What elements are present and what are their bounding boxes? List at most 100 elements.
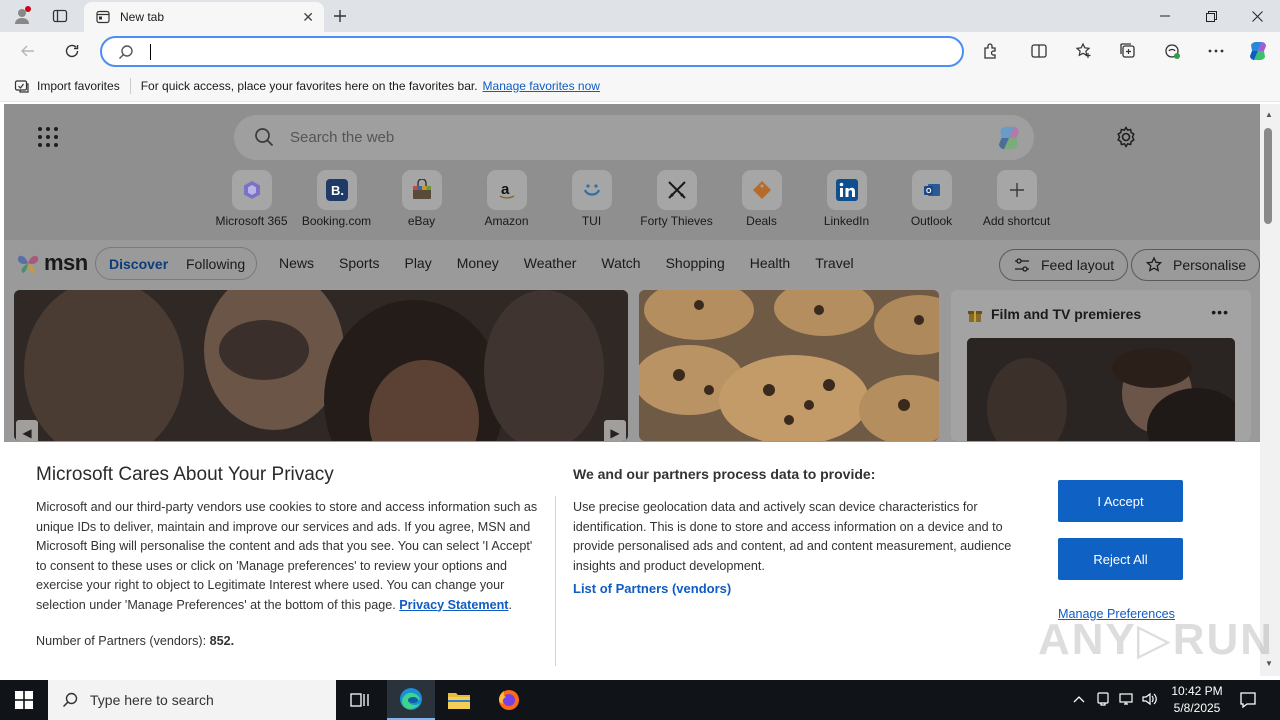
nav-link-travel[interactable]: Travel — [815, 255, 853, 271]
shortcut-booking[interactable]: B. Booking.com — [294, 170, 379, 228]
nav-link-health[interactable]: Health — [750, 255, 790, 271]
svg-text:O: O — [926, 188, 932, 195]
nav-link-sports[interactable]: Sports — [339, 255, 379, 271]
split-screen-icon[interactable] — [1029, 41, 1049, 61]
show-hidden-icons-chevron-icon[interactable] — [1070, 690, 1088, 708]
start-button[interactable] — [0, 680, 48, 720]
carousel-next-icon[interactable]: ▶ — [604, 420, 626, 441]
manage-favorites-link[interactable]: Manage favorites now — [483, 79, 600, 93]
shortcuts-row: Microsoft 365 B. Booking.com eBay a Amaz… — [209, 170, 1059, 228]
firefox-taskbar-app[interactable] — [485, 680, 533, 720]
copilot-icon[interactable] — [1246, 39, 1270, 63]
browser-essentials-icon[interactable] — [1162, 41, 1182, 61]
msn-wordmark: msn — [44, 250, 88, 275]
shortcut-amazon[interactable]: a Amazon — [464, 170, 549, 228]
minimize-button[interactable] — [1142, 0, 1188, 32]
more-options-icon[interactable]: ••• — [1211, 304, 1229, 320]
tab-actions-icon[interactable] — [50, 6, 70, 26]
notifications-icon[interactable] — [1238, 690, 1258, 713]
scrollbar-thumb[interactable] — [1264, 128, 1272, 224]
shortcut-ebay[interactable]: eBay — [379, 170, 464, 228]
page-settings-gear-icon[interactable] — [1115, 126, 1137, 151]
personalise-button[interactable]: Personalise — [1131, 249, 1260, 281]
volume-icon[interactable] — [1141, 690, 1159, 708]
web-search-box[interactable]: Search the web — [234, 115, 1034, 160]
privacy-consent-banner: Microsoft Cares About Your Privacy Micro… — [4, 442, 1272, 676]
partners-count-line: Number of Partners (vendors): 852. — [36, 634, 234, 648]
shortcut-forty-thieves[interactable]: Forty Thieves — [634, 170, 719, 228]
msn-logo[interactable]: msn — [16, 250, 88, 276]
taskbar-search-box[interactable]: Type here to search — [48, 680, 336, 720]
new-tab-button[interactable] — [330, 6, 350, 26]
close-window-button[interactable] — [1234, 0, 1280, 32]
msn-category-links: News Sports Play Money Weather Watch Sho… — [279, 255, 879, 271]
task-view-button[interactable] — [336, 680, 384, 720]
personalise-star-icon — [1145, 256, 1163, 272]
app-launcher-icon[interactable] — [38, 127, 58, 147]
data-processing-description: Use precise geolocation data and activel… — [573, 500, 1012, 573]
address-bar[interactable] — [100, 36, 964, 67]
copilot-search-icon[interactable] — [994, 123, 1024, 153]
nav-link-weather[interactable]: Weather — [524, 255, 577, 271]
more-options-icon[interactable] — [1206, 41, 1226, 61]
list-of-partners-link[interactable]: List of Partners (vendors) — [573, 581, 731, 596]
shortcut-deals[interactable]: Deals — [719, 170, 804, 228]
deals-icon — [752, 181, 771, 199]
scroll-up-icon[interactable]: ▲ — [1265, 110, 1273, 119]
extensions-icon[interactable] — [981, 41, 1001, 61]
shortcut-linkedin[interactable]: LinkedIn — [804, 170, 889, 228]
favorites-star-icon[interactable] — [1074, 41, 1094, 61]
hero-news-card[interactable]: ◀ ▶ — [14, 290, 628, 441]
film-tv-card[interactable]: Film and TV premieres ••• — [951, 290, 1251, 441]
profile-icon[interactable] — [12, 6, 32, 26]
hero-news-image — [14, 290, 628, 441]
nav-link-shopping[interactable]: Shopping — [666, 255, 725, 271]
outlook-icon: O — [923, 184, 940, 196]
shortcut-outlook[interactable]: O Outlook — [889, 170, 974, 228]
shortcut-add[interactable]: Add shortcut — [974, 170, 1059, 228]
shortcut-label: LinkedIn — [823, 214, 870, 228]
search-icon — [62, 692, 78, 708]
shortcut-tui[interactable]: TUI — [549, 170, 634, 228]
tab-following[interactable]: Following — [186, 256, 245, 272]
restore-button[interactable] — [1188, 0, 1234, 32]
accept-button[interactable]: I Accept — [1058, 480, 1183, 522]
nav-link-money[interactable]: Money — [457, 255, 499, 271]
cookie-news-card[interactable] — [639, 290, 939, 441]
shortcut-microsoft-365[interactable]: Microsoft 365 — [209, 170, 294, 228]
favbar-divider — [129, 77, 131, 94]
nav-link-news[interactable]: News — [279, 255, 314, 271]
favorites-hint: For quick access, place your favorites h… — [140, 78, 478, 93]
privacy-body-text: Microsoft and our third-party vendors us… — [36, 500, 538, 612]
file-explorer-taskbar-app[interactable] — [435, 680, 483, 720]
close-tab-icon[interactable]: ✕ — [302, 9, 314, 26]
back-button[interactable] — [17, 40, 39, 62]
system-clock[interactable]: 10:42 PM 5/8/2025 — [1170, 683, 1224, 717]
tab-new-tab[interactable]: New tab ✕ — [84, 2, 324, 32]
browser-toolbar — [0, 32, 1280, 70]
network-icon[interactable] — [1117, 690, 1135, 708]
edge-taskbar-app[interactable] — [387, 680, 435, 720]
tab-discover[interactable]: Discover — [109, 256, 168, 272]
collections-icon[interactable] — [1118, 41, 1138, 61]
booking-icon: B. — [325, 179, 348, 201]
import-favorites-button[interactable]: Import favorites — [14, 78, 120, 94]
feed-layout-button[interactable]: Feed layout — [999, 249, 1129, 281]
reject-all-button[interactable]: Reject All — [1058, 538, 1183, 580]
nav-link-watch[interactable]: Watch — [601, 255, 640, 271]
new-tab-page-icon — [96, 10, 110, 24]
device-icon[interactable] — [1094, 690, 1112, 708]
folder-icon — [448, 693, 470, 709]
personalise-label: Personalise — [1173, 257, 1247, 273]
svg-text:B.: B. — [331, 183, 344, 198]
carousel-prev-icon[interactable]: ◀ — [16, 420, 38, 441]
nav-link-play[interactable]: Play — [404, 255, 431, 271]
windows-taskbar: Type here to search 10:42 PM 5/8/2025 — [0, 680, 1280, 720]
film-card-title: Film and TV premieres — [991, 306, 1142, 322]
page-scrollbar[interactable]: ▲ ▼ — [1260, 104, 1280, 676]
privacy-statement-link[interactable]: Privacy Statement — [399, 598, 508, 612]
amazon-icon: a — [499, 181, 514, 199]
refresh-button[interactable] — [61, 40, 83, 62]
shortcut-label: Outlook — [910, 214, 953, 228]
shortcut-label: TUI — [581, 214, 602, 228]
